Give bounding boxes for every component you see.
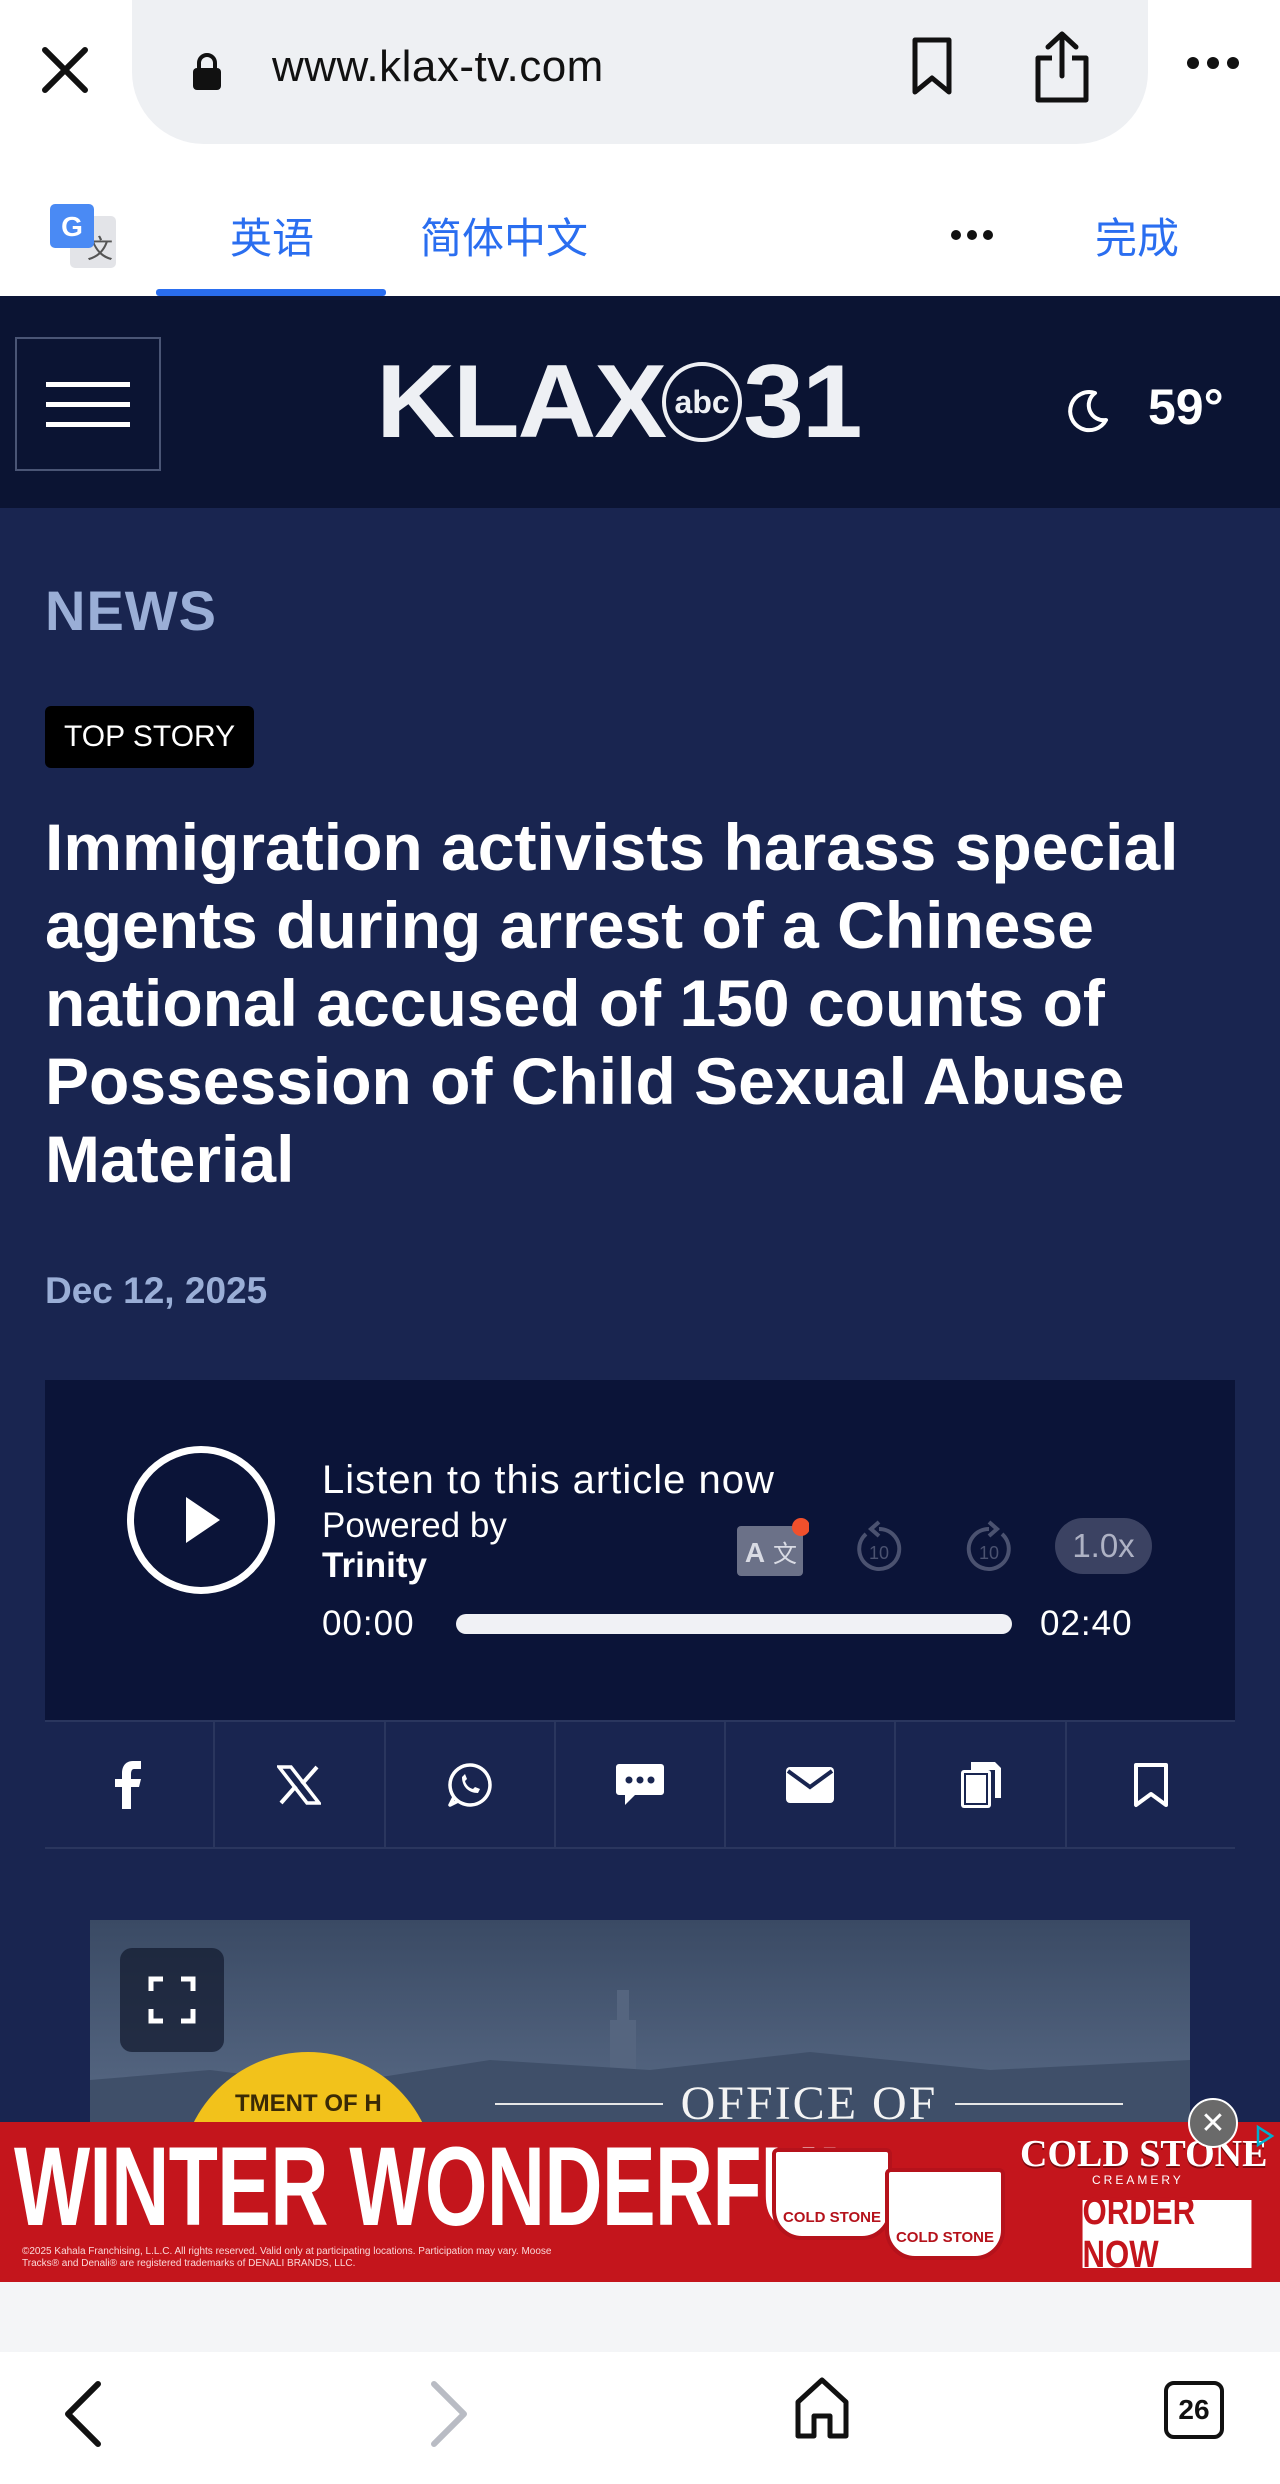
site-logo[interactable]: KLAX abc 31: [376, 344, 863, 460]
svg-text:A: A: [745, 1537, 765, 1568]
logo-channel: 31: [743, 343, 862, 460]
current-time: 00:00: [322, 1604, 415, 1643]
share-bar: [45, 1720, 1235, 1849]
google-translate-icon: 文G: [48, 200, 120, 277]
fullscreen-icon[interactable]: [120, 1948, 224, 2052]
translate-done-button[interactable]: 完成: [1095, 205, 1179, 266]
x-icon[interactable]: [215, 1722, 386, 1847]
url-text[interactable]: www.klax-tv.com: [272, 42, 604, 92]
article-date: Dec 12, 2025: [45, 1270, 268, 1311]
moon-icon: [1065, 388, 1111, 439]
facebook-icon[interactable]: [45, 1722, 216, 1847]
browser-bottom-bar: [0, 2352, 1280, 2484]
forward-icon[interactable]: [428, 2380, 472, 2453]
section-label[interactable]: NEWS: [45, 578, 217, 643]
ad-brand-sub: CREAMERY: [1092, 2173, 1184, 2187]
active-tab-indicator: [156, 289, 386, 296]
ad-order-button[interactable]: ORDER NOW: [1082, 2191, 1252, 2276]
copy-icon[interactable]: [896, 1722, 1067, 1847]
tab-source-language[interactable]: 英语: [230, 205, 314, 266]
translate-more-icon[interactable]: [950, 228, 994, 246]
seal-text: TMENT OF H: [235, 2090, 382, 2117]
article-headline: Immigration activists harass special age…: [45, 810, 1179, 1196]
forward-10-icon[interactable]: 10: [958, 1518, 1020, 1585]
bookmark-icon[interactable]: [1067, 1722, 1235, 1847]
tabs-button[interactable]: 26: [1164, 2381, 1224, 2439]
playback-speed-button[interactable]: 1.0x: [1055, 1518, 1152, 1574]
tab-target-language[interactable]: 简体中文: [420, 205, 588, 266]
abc-logo: abc: [662, 362, 743, 442]
svg-text:G: G: [61, 211, 83, 242]
ad-fine-print: ©2025 Kahala Franchising, L.L.C. All rig…: [22, 2246, 552, 2269]
duration: 02:40: [1040, 1604, 1133, 1643]
powered-by-label: Powered by: [322, 1506, 507, 1545]
back-icon[interactable]: [60, 2380, 104, 2453]
weather-temperature[interactable]: 59°: [1148, 378, 1224, 436]
ice-cream-cup-image: COLD STONE: [885, 2168, 1005, 2260]
whatsapp-icon[interactable]: [386, 1722, 556, 1847]
more-options-icon[interactable]: [1185, 55, 1241, 76]
svg-text:10: 10: [979, 1543, 999, 1563]
ad-close-button[interactable]: ✕: [1188, 2098, 1238, 2148]
bookmark-icon[interactable]: [905, 36, 959, 103]
rewind-10-icon[interactable]: 10: [848, 1518, 910, 1585]
close-icon[interactable]: [30, 30, 100, 110]
share-icon[interactable]: [1030, 30, 1094, 111]
play-button[interactable]: [127, 1446, 275, 1594]
translate-bar: [0, 170, 1280, 301]
email-icon[interactable]: [726, 1722, 897, 1847]
ad-headline[interactable]: WINTER WONDERFUL: [14, 2124, 868, 2249]
progress-bar[interactable]: [456, 1614, 1012, 1634]
sms-icon[interactable]: [556, 1722, 727, 1847]
home-icon[interactable]: [792, 2376, 852, 2445]
svg-text:文: 文: [773, 1540, 797, 1568]
menu-icon[interactable]: [15, 337, 161, 471]
svg-text:10: 10: [869, 1543, 889, 1563]
ice-cream-cup-image: COLD STONE: [772, 2148, 892, 2240]
provider-name[interactable]: Trinity: [322, 1546, 427, 1586]
ad-choices-icon[interactable]: [1252, 2124, 1276, 2148]
player-title: Listen to this article now: [322, 1458, 775, 1502]
top-story-badge: TOP STORY: [45, 706, 255, 768]
lock-icon: [190, 52, 224, 97]
translate-audio-icon[interactable]: A文: [735, 1518, 810, 1585]
logo-callsign: KLAX: [376, 343, 667, 460]
